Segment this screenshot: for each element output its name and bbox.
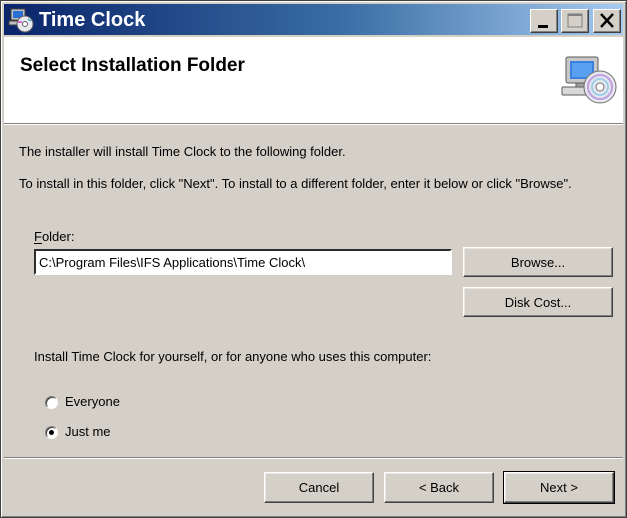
title-bar[interactable]: Time Clock bbox=[4, 4, 623, 35]
browse-button[interactable]: Browse... bbox=[463, 247, 613, 277]
just-me-label: Just me bbox=[65, 424, 111, 439]
cancel-button[interactable]: Cancel bbox=[264, 472, 374, 503]
minimize-button[interactable] bbox=[530, 9, 558, 33]
installer-window: Time Clock Select Installation Folder Th… bbox=[0, 0, 627, 518]
radio-selected-dot bbox=[49, 430, 54, 435]
install-for-label: Install Time Clock for yourself, or for … bbox=[34, 349, 432, 364]
footer-divider bbox=[4, 457, 623, 459]
maximize-button[interactable] bbox=[561, 9, 589, 33]
everyone-radio[interactable] bbox=[45, 396, 58, 409]
disk-cost-button[interactable]: Disk Cost... bbox=[463, 287, 613, 317]
window-title: Time Clock bbox=[39, 9, 146, 31]
page-title: Select Installation Folder bbox=[20, 55, 245, 76]
close-button[interactable] bbox=[593, 9, 621, 33]
folder-label-text: Folder: bbox=[34, 229, 75, 244]
folder-path-input[interactable] bbox=[34, 249, 452, 275]
header-banner: Select Installation Folder bbox=[4, 37, 623, 123]
back-button[interactable]: < Back bbox=[384, 472, 494, 503]
intro-text-2: To install in this folder, click "Next".… bbox=[19, 176, 572, 191]
folder-label: Folder: bbox=[34, 229, 74, 244]
intro-text-1: The installer will install Time Clock to… bbox=[19, 144, 346, 159]
installer-cd-icon bbox=[8, 7, 34, 33]
folder-accelerator-underline bbox=[34, 243, 42, 244]
next-button[interactable]: Next > bbox=[503, 471, 615, 504]
everyone-label: Everyone bbox=[65, 394, 120, 409]
banner-divider bbox=[4, 123, 623, 125]
radio-option-everyone[interactable]: Everyone bbox=[45, 394, 165, 412]
just-me-radio[interactable] bbox=[45, 426, 58, 439]
radio-option-just-me[interactable]: Just me bbox=[45, 424, 165, 442]
computer-cd-icon bbox=[558, 51, 618, 111]
